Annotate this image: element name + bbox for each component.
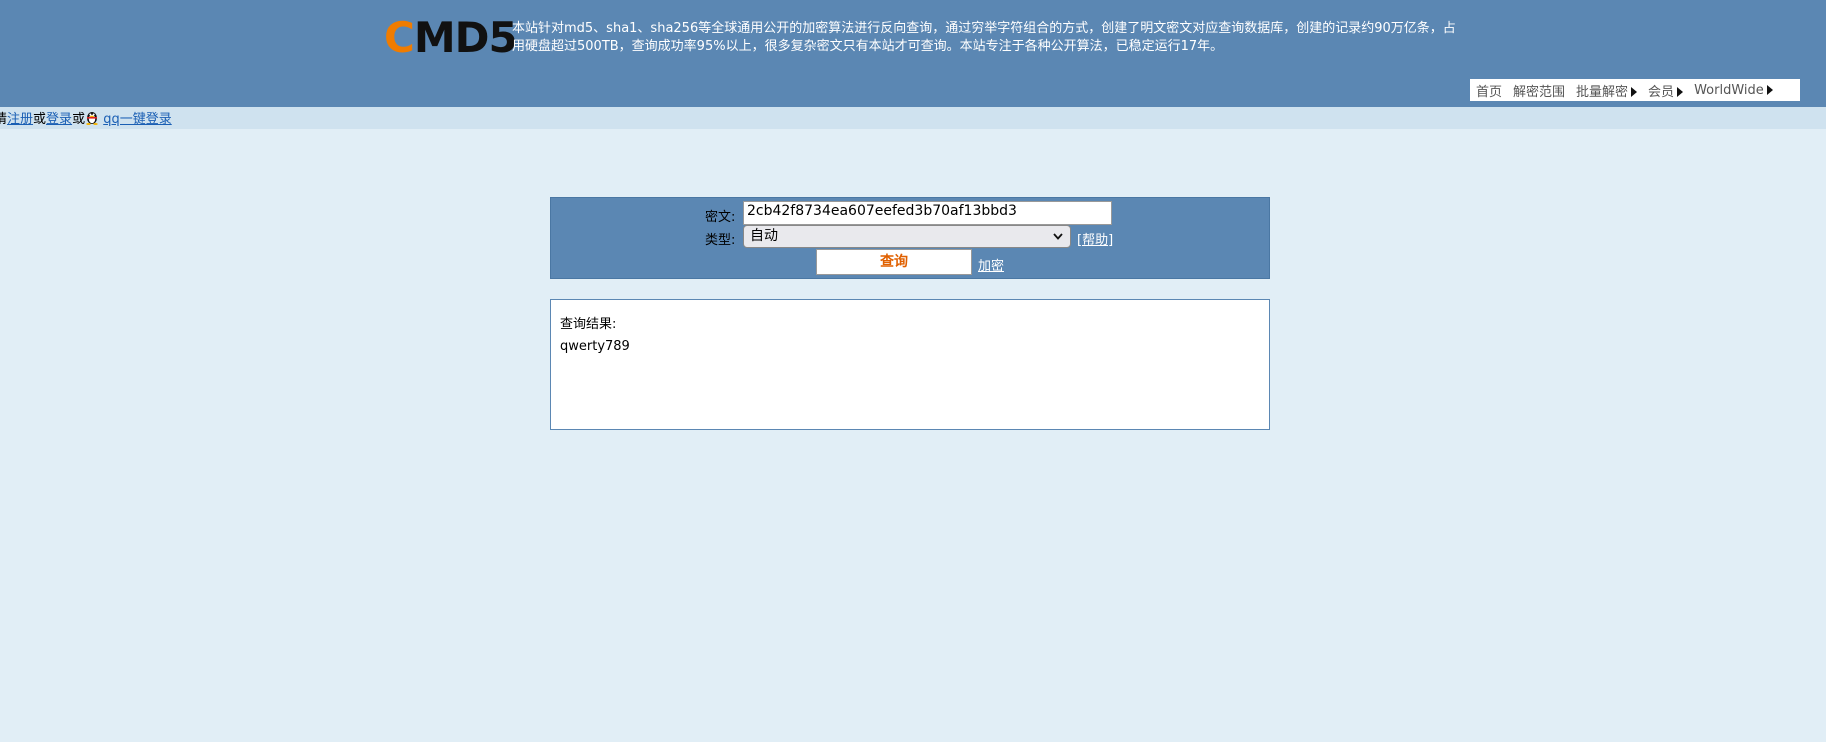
qq-penguin-icon[interactable] — [85, 109, 99, 125]
register-link[interactable]: 注册 — [7, 112, 33, 127]
cmd5-logo[interactable]: CMD5 — [384, 13, 518, 62]
result-title: 查询结果: — [560, 317, 617, 332]
nav-worldwide-label: WorldWide — [1694, 82, 1764, 98]
help-link[interactable]: [帮助] — [1077, 229, 1113, 248]
result-panel: 查询结果: qwerty789 — [550, 299, 1270, 430]
nav-home[interactable]: 首页 — [1476, 81, 1502, 100]
cipher-label: 密文: — [705, 210, 736, 225]
cipher-input[interactable]: 2cb42f8734ea607eefed3b70af13bbd3 — [743, 201, 1112, 225]
encrypt-link[interactable]: 加密 — [978, 255, 1004, 274]
nav-member[interactable]: 会员 — [1648, 81, 1684, 100]
type-select[interactable]: 自动 — [743, 225, 1071, 248]
userbar-or: 或 — [72, 112, 86, 127]
site-header: CMD5 本站针对md5、sha1、sha256等全球通用公开的加密算法进行反向… — [0, 0, 1826, 107]
nav-home-label: 首页 — [1476, 84, 1503, 100]
nav-worldwide[interactable]: WorldWide — [1694, 83, 1773, 98]
login-link[interactable]: 登录 — [46, 112, 72, 127]
caret-right-icon — [1631, 86, 1638, 97]
userbar-prefix: 请 — [0, 112, 8, 127]
query-button[interactable]: 查询 — [816, 249, 972, 275]
logo-c: C — [384, 13, 415, 62]
main-nav: 首页 解密范围 批量解密 会员 WorldWide — [1470, 79, 1800, 101]
query-form: 密文: 2cb42f8734ea607eefed3b70af13bbd3 类型:… — [550, 197, 1270, 279]
nav-scope-label: 解密范围 — [1513, 84, 1566, 100]
caret-right-icon — [1766, 84, 1773, 95]
nav-scope[interactable]: 解密范围 — [1513, 81, 1565, 100]
nav-batch[interactable]: 批量解密 — [1576, 81, 1638, 100]
userbar-or: 或 — [33, 112, 47, 127]
type-select-value: 自动 — [750, 228, 778, 244]
logo-md5: MD5 — [413, 13, 518, 62]
site-description: 本站针对md5、sha1、sha256等全球通用公开的加密算法进行反向查询，通过… — [512, 21, 1456, 54]
result-value: qwerty789 — [560, 339, 630, 354]
nav-member-label: 会员 — [1648, 84, 1675, 100]
chevron-down-icon — [1052, 226, 1064, 254]
qq-login-link[interactable]: qq一键登录 — [103, 112, 172, 127]
user-bar: 请注册或登录或 qq一键登录 — [0, 107, 1826, 129]
caret-right-icon — [1677, 86, 1684, 97]
nav-batch-label: 批量解密 — [1576, 84, 1629, 100]
type-label: 类型: — [705, 233, 736, 248]
